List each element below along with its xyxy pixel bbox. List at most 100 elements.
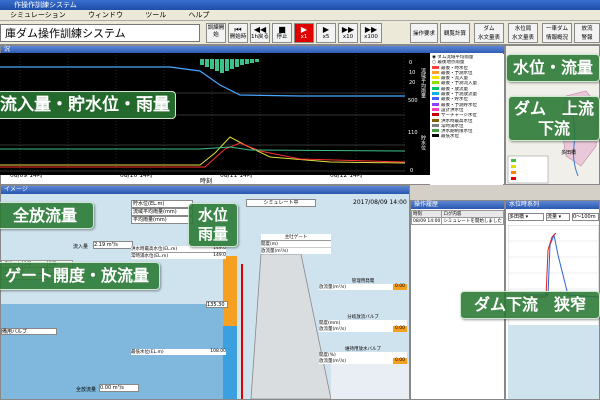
legend-swatch: [432, 65, 439, 69]
min-level-row: 最低水位(EL.m) 108.00: [131, 349, 226, 355]
sim-datetime: 2017/08/09 14:00: [353, 199, 407, 206]
rain-bar: [250, 59, 254, 63]
go-to-start-button[interactable]: ⏮ 開始時: [228, 23, 248, 43]
right-axis-tick-110: 110: [408, 130, 418, 136]
range-select[interactable]: 0〜100m: [572, 213, 599, 221]
menu-tools[interactable]: ツール: [135, 10, 176, 21]
callout-inflow-level-rain: 流入量・貯水位・雨量: [0, 91, 176, 119]
rain-bar: [200, 59, 204, 65]
callout-dam-up-down: ダム 上流 下流: [508, 96, 600, 141]
callout-water-level-rain: 水位 雨量: [188, 203, 238, 247]
app-title: 庫ダム操作訓練システム: [0, 24, 200, 42]
rain-bar: [230, 59, 234, 69]
right-axis-tick-500: 500: [408, 98, 418, 104]
branch-valve-box: 分岐放流バルブ 開度(mm) 放流量(m³/s) 0.00: [319, 315, 407, 332]
station-hydrology-button[interactable]: 水位局 水文量表: [508, 23, 538, 43]
legend-swatch: [432, 97, 439, 101]
operation-request-button[interactable]: 操作要求: [410, 23, 438, 43]
x-tick-label: 08/12 14時: [330, 171, 363, 179]
stop-button[interactable]: ■ 停止: [272, 23, 292, 43]
legend-item-label: 洪水期制限水位: [441, 129, 473, 135]
level-table: 洪水時最高水位(EL.m) 149.0 常時満水位(EL.m) 149.0: [131, 246, 226, 259]
current-level-value: 135.30: [206, 301, 228, 308]
legend-item-label: 最後・貯水位: [441, 97, 468, 103]
legend-item-label: 常時満水位: [441, 123, 464, 129]
window-title-bar: 作操作訓練システム: [0, 0, 600, 10]
dam-info-button[interactable]: 一車ダム 情報概況: [542, 23, 572, 43]
legend-swatch: [432, 102, 439, 106]
rain-bar: [225, 59, 229, 71]
history-table: 時刻 ログ内容 08/09 14:00 シミュレートを開始しました: [410, 210, 504, 225]
view-calc-button[interactable]: 観覧計算: [440, 23, 470, 43]
menu-window[interactable]: ウィンドウ: [78, 10, 133, 21]
level-gauge-upper: [223, 256, 237, 326]
maint-valve-box: 維持用放水バルブ 開度(%) 放流量(m³/s) 0.00: [319, 347, 407, 364]
legend-item-label: 最後・流入量: [441, 76, 468, 82]
legend-item-label: 洪水時最高水位: [441, 118, 473, 124]
menu-help[interactable]: ヘルプ: [178, 10, 219, 21]
release-alarm-button[interactable]: 放流 警報: [574, 23, 600, 43]
legend-item-label: サーチャージ水位: [441, 113, 477, 119]
station-select[interactable]: 多田橋 ▾: [508, 213, 544, 221]
back-1h-button[interactable]: ◀◀ 1h戻る: [250, 23, 270, 43]
legend-swatch: [432, 107, 439, 111]
fast-forward-icon: ▶▶: [364, 25, 378, 34]
x-tick-label: 08/11 14時: [220, 171, 253, 179]
table-row[interactable]: 08/09 14:00 シミュレートを開始しました: [410, 217, 504, 225]
legend-item-label: 最後・予測水位: [441, 70, 473, 76]
skip-back-icon: ⏮: [234, 25, 242, 34]
reference-line: [241, 264, 243, 399]
mode-select[interactable]: 流量 ▾: [546, 213, 570, 221]
legend-item-label: 最低水位: [441, 134, 459, 140]
rain-bar: [245, 59, 249, 64]
mgmt-power-box: 管理用発電 放流量(m³/s) 0.00: [319, 279, 407, 290]
main-gate-box: 主吐ゲート 開度(m) 放流量(m³/s): [261, 234, 331, 254]
legend-item[interactable]: 最低水位: [432, 134, 501, 139]
rain-bar: [240, 59, 244, 65]
play-x10-button[interactable]: ▶▶ x10: [338, 23, 358, 43]
rain-bar: [205, 59, 209, 67]
play-x1-button[interactable]: ▶ x1: [294, 23, 314, 43]
history-header: 操作履歴: [411, 201, 504, 209]
play-icon: ▶: [322, 25, 330, 34]
legend-items: 最後・時水位 最後・予測水位 最後・流入量 最後・予測流入量 最後・放流量 最後・予測放流…: [432, 65, 501, 140]
legend-swatch: [432, 123, 439, 127]
menu-simulation[interactable]: シミュレーション: [0, 10, 76, 21]
legend-item-label: 最後・放流量: [441, 86, 468, 92]
legend-item-label: 最後・予測放流量: [441, 92, 477, 98]
legend-swatch: [432, 86, 439, 90]
sim-status: シミュレート中: [246, 199, 316, 207]
menu-bar: シミュレーション ウィンドウ ツール ヘルプ: [0, 10, 600, 21]
wl-series-header: 水位時系列: [506, 201, 599, 209]
chart-legend: ◉ ダム流域平均雨量 ○ 最後地点雨量 最後・時水位 最後・予測水位 最後・流入量最…: [430, 53, 503, 185]
legend-swatch: [432, 134, 439, 138]
image-panel-header: イメージ: [1, 186, 409, 194]
callout-downstream-gorge: ダム下流 狭窄: [460, 291, 600, 319]
legend-swatch: [432, 118, 439, 122]
rewind-icon: ◀◀: [253, 25, 267, 34]
dam-hydrology-button[interactable]: ダム 水文量表: [474, 23, 504, 43]
legend-swatch: [432, 81, 439, 85]
callout-water-level-flow: 水位・流量: [506, 54, 600, 82]
callout-full-release: 全放流量: [0, 202, 94, 229]
full-release-label: 全放流量: [76, 387, 97, 393]
legend-swatch: [432, 76, 439, 80]
legend-item-label: 最後・予測貯水位: [441, 102, 477, 108]
legend-swatch: [432, 113, 439, 117]
rain-bar: [235, 59, 239, 67]
play-x100-button[interactable]: ▶▶ x100: [360, 23, 382, 43]
right-axis-label-rain: 流域平均雨量: [420, 68, 426, 98]
rain-bar: [210, 59, 214, 69]
rain-bar: [220, 59, 224, 73]
info-box: 貯水位(EL.m) 流域平均雨量(mm) 平均雨量(mm): [131, 200, 193, 230]
start-training-button[interactable]: 訓練開始: [206, 23, 226, 43]
window-title: 作操作訓練システム: [14, 1, 77, 9]
x-axis-label: 時刻: [200, 177, 212, 184]
right-axis-tick-0: 0: [410, 168, 414, 174]
play-x5-button[interactable]: ▶ x5: [316, 23, 336, 43]
legend-item-label: 設計洪水位: [441, 107, 464, 113]
callout-gate-release: ゲート開度・放流量: [0, 262, 160, 290]
rain-bar: [215, 59, 219, 71]
inflow-value: 2.19 m³/s: [93, 241, 133, 249]
legend-swatch: [432, 129, 439, 133]
